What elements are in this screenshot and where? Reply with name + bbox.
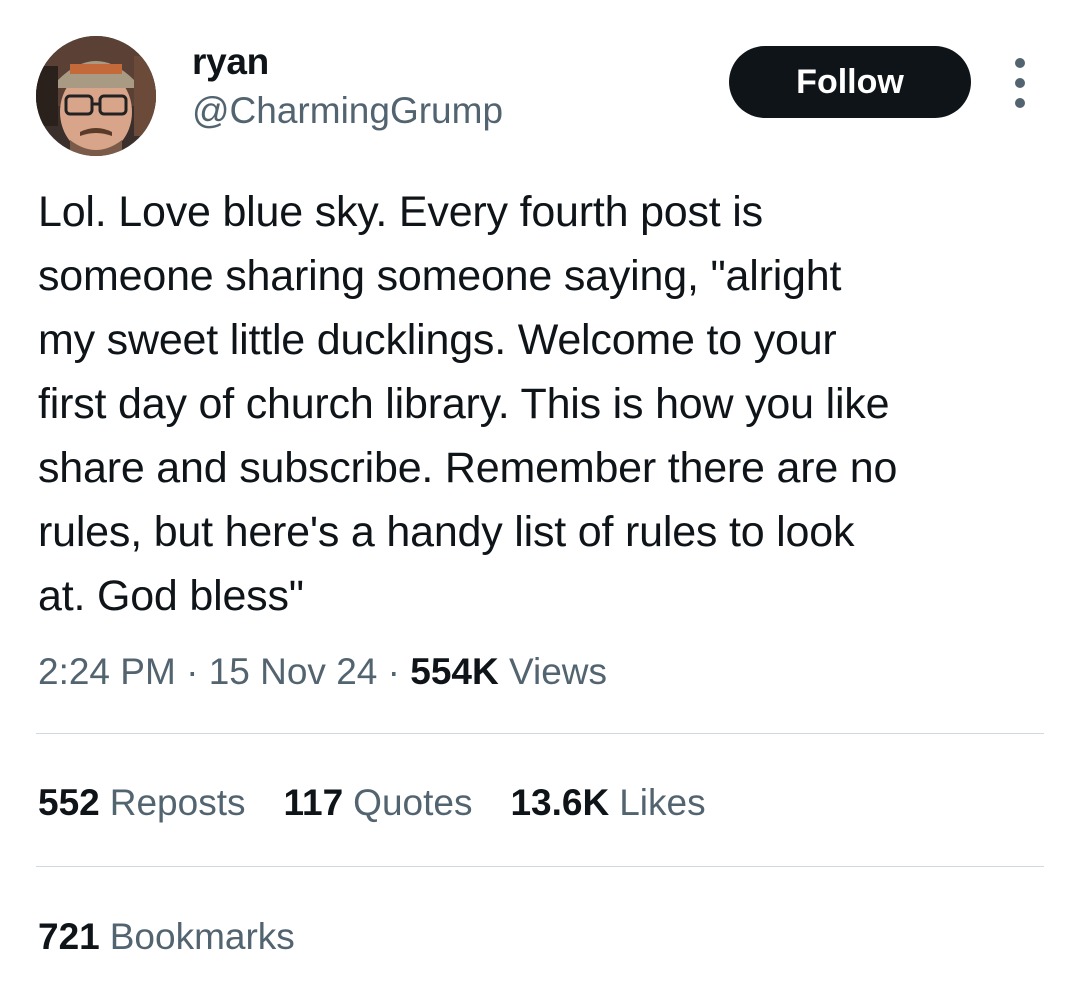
profile-photo-avatar	[36, 36, 156, 156]
meta-separator: ·	[387, 651, 400, 692]
quotes-label: Quotes	[353, 782, 473, 823]
bookmarks-count: 721	[38, 916, 100, 957]
post-time[interactable]: 2:24 PM	[38, 651, 176, 692]
divider	[36, 866, 1044, 867]
bookmarks-stat[interactable]: 721 Bookmarks	[38, 912, 295, 962]
quotes-count: 117	[283, 782, 344, 823]
post-text: Lol. Love blue sky. Every fourth post is…	[38, 188, 898, 620]
likes-stat[interactable]: 13.6K Likes	[510, 778, 705, 828]
more-dot	[1015, 58, 1025, 68]
views-label: Views	[508, 651, 608, 692]
views-count: 554K	[410, 651, 499, 692]
more-dot	[1015, 98, 1025, 108]
likes-label: Likes	[619, 782, 706, 823]
reposts-count: 552	[38, 782, 100, 823]
post-meta: 2:24 PM · 15 Nov 24 · 554K Views	[38, 646, 607, 698]
follow-button[interactable]: Follow	[729, 46, 971, 118]
engagement-stats: 552 Reposts 117 Quotes 13.6K Likes	[38, 778, 744, 828]
author-handle[interactable]: @CharmingGrump	[192, 88, 503, 134]
author-display-name[interactable]: ryan	[192, 40, 269, 84]
reposts-stat[interactable]: 552 Reposts	[38, 778, 245, 828]
post-date[interactable]: 15 Nov 24	[209, 651, 378, 692]
bookmarks-label: Bookmarks	[109, 916, 295, 957]
meta-separator: ·	[186, 651, 199, 692]
author-avatar[interactable]	[36, 36, 156, 156]
quotes-stat[interactable]: 117 Quotes	[283, 778, 472, 828]
more-vertical-icon[interactable]	[1006, 58, 1034, 108]
more-dot	[1015, 78, 1025, 88]
likes-count: 13.6K	[510, 782, 610, 823]
reposts-label: Reposts	[109, 782, 246, 823]
divider	[36, 733, 1044, 734]
